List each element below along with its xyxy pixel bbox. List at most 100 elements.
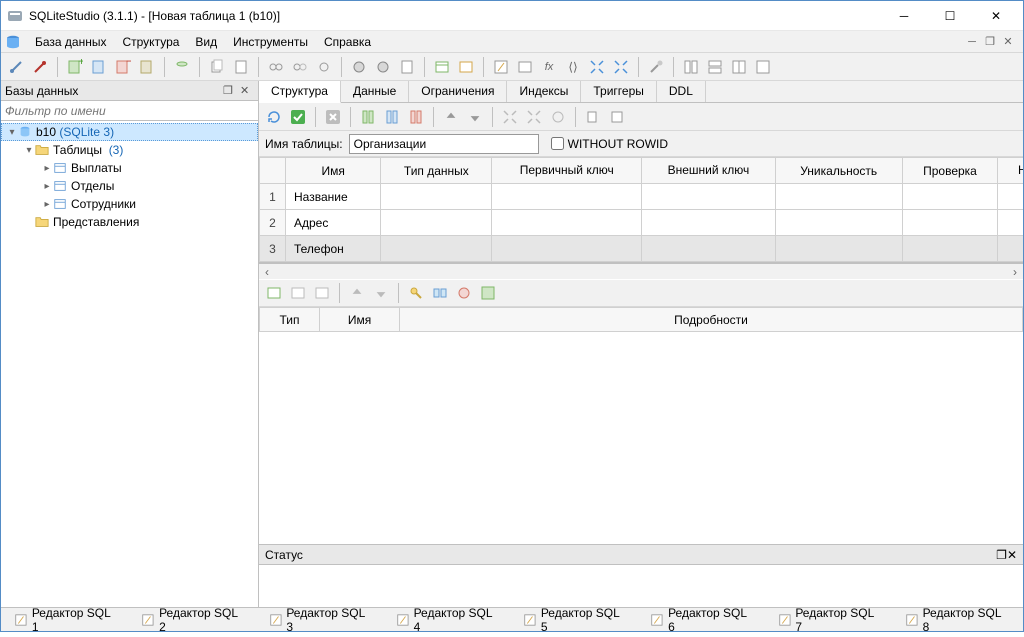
cell[interactable] (381, 184, 492, 210)
maximize-button[interactable]: ☐ (927, 2, 973, 30)
sql-editor-tab[interactable]: Редактор SQL 2 (132, 603, 255, 637)
columns-grid[interactable]: Имя Тип данных Первичный ключ Внешний кл… (259, 157, 1023, 263)
tab-ddl[interactable]: DDL (657, 81, 706, 102)
tab-structure[interactable]: Структура (259, 81, 341, 103)
edit-column-button[interactable] (381, 106, 403, 128)
delete-column-button[interactable] (405, 106, 427, 128)
sql-editor-tab[interactable]: Редактор SQL 5 (514, 603, 637, 637)
sql-editor-tab[interactable]: Редактор SQL 1 (5, 603, 128, 637)
without-rowid-checkbox[interactable] (551, 137, 564, 150)
move-up-button[interactable] (440, 106, 462, 128)
another-button[interactable] (606, 106, 628, 128)
cell[interactable] (775, 210, 902, 236)
filter-input[interactable] (1, 101, 258, 121)
rollback-button[interactable] (322, 106, 344, 128)
cell-name[interactable]: Название (286, 184, 381, 210)
delete-constraint-button[interactable] (311, 282, 333, 304)
chevron-down-icon[interactable]: ▾ (23, 145, 35, 156)
col-header-name[interactable]: Имя (286, 158, 381, 184)
cell[interactable] (775, 236, 902, 262)
chevron-down-icon[interactable]: ▾ (6, 127, 18, 138)
cell[interactable] (642, 184, 775, 210)
table-row[interactable]: 1 Название NULL (260, 184, 1024, 210)
mdi-restore-icon[interactable]: ❐ (983, 35, 997, 49)
db-node[interactable]: ▾ b10 (SQLite 3) (1, 123, 258, 141)
menu-tools[interactable]: Инструменты (225, 32, 316, 52)
copy-button[interactable] (206, 56, 228, 78)
add-db-button[interactable]: + (64, 56, 86, 78)
views-folder[interactable]: ▸ Представления (1, 213, 258, 231)
add-constraint-button[interactable] (263, 282, 285, 304)
table-row[interactable]: 3 Телефон NULL (260, 236, 1024, 262)
collapse-all-button[interactable] (523, 106, 545, 128)
collapse-button[interactable] (610, 56, 632, 78)
chevron-right-icon[interactable]: ▸ (41, 181, 53, 192)
menu-structure[interactable]: Структура (114, 32, 187, 52)
db-action-button[interactable] (171, 56, 193, 78)
tab-indexes[interactable]: Индексы (507, 81, 581, 102)
remove-db-button[interactable]: − (112, 56, 134, 78)
edit-constraint-button[interactable] (287, 282, 309, 304)
dock-icon[interactable]: ❐ (223, 84, 237, 98)
gear2-icon[interactable] (372, 56, 394, 78)
close-button[interactable]: ✕ (973, 2, 1019, 30)
close-panel-icon[interactable]: ✕ (1007, 548, 1017, 562)
tab-constraints[interactable]: Ограничения (409, 81, 507, 102)
sql-editor-tab[interactable]: Редактор SQL 4 (387, 603, 510, 637)
gear1-icon[interactable] (348, 56, 370, 78)
edit-db-button[interactable] (88, 56, 110, 78)
mdi-minimize-icon[interactable]: ─ (965, 35, 979, 49)
cell-name[interactable]: Телефон (286, 236, 381, 262)
dock-icon[interactable]: ❐ (996, 548, 1007, 562)
scroll-left-icon[interactable]: ‹ (259, 265, 275, 279)
details-body[interactable] (259, 332, 1023, 544)
details-header-type[interactable]: Тип (260, 308, 320, 332)
action-button[interactable] (547, 106, 569, 128)
fk-button[interactable] (429, 282, 451, 304)
without-rowid-label[interactable]: WITHOUT ROWID (551, 137, 668, 151)
link2-button[interactable] (289, 56, 311, 78)
check-button[interactable] (477, 282, 499, 304)
add-column-button[interactable] (357, 106, 379, 128)
scroll-right-icon[interactable]: › (1007, 265, 1023, 279)
tables-folder[interactable]: ▾ Таблицы (3) (1, 141, 258, 159)
fx-button[interactable]: fx (538, 56, 560, 78)
table-edit-button[interactable] (455, 56, 477, 78)
tab-data[interactable]: Данные (341, 81, 409, 102)
horizontal-scrollbar[interactable]: ‹ › (259, 263, 1023, 279)
disconnect-button[interactable] (29, 56, 51, 78)
reload-db-button[interactable] (136, 56, 158, 78)
menu-database[interactable]: База данных (27, 32, 114, 52)
chevron-right-icon[interactable]: ▸ (41, 163, 53, 174)
commit-button[interactable] (287, 106, 309, 128)
cell[interactable] (902, 210, 998, 236)
details-header-detail[interactable]: Подробности (400, 308, 1023, 332)
tablename-input[interactable] (349, 134, 539, 154)
expand-button[interactable] (586, 56, 608, 78)
cell[interactable] (998, 210, 1023, 236)
table-item[interactable]: ▸ Сотрудники (1, 195, 258, 213)
minimize-button[interactable]: ─ (881, 2, 927, 30)
cell-name[interactable]: Адрес (286, 210, 381, 236)
constraint-down-button[interactable] (370, 282, 392, 304)
connect-button[interactable] (5, 56, 27, 78)
mdi-close-icon[interactable]: ✕ (1001, 35, 1015, 49)
col-header-notnull[interactable]: Не NULL (998, 158, 1023, 184)
col-header-unique[interactable]: Уникальность (775, 158, 902, 184)
cell[interactable] (998, 184, 1023, 210)
sql-editor-tab[interactable]: Редактор SQL 8 (896, 603, 1019, 637)
sql-editor-button[interactable] (490, 56, 512, 78)
sql-editor-tab[interactable]: Редактор SQL 6 (641, 603, 764, 637)
unique-button[interactable] (453, 282, 475, 304)
layout1-button[interactable] (680, 56, 702, 78)
link1-button[interactable] (265, 56, 287, 78)
col-header-fk[interactable]: Внешний ключ (642, 158, 775, 184)
cell[interactable] (492, 210, 642, 236)
table-item[interactable]: ▸ Выплаты (1, 159, 258, 177)
table-item[interactable]: ▸ Отделы (1, 177, 258, 195)
col-header-pk[interactable]: Первичный ключ (492, 158, 642, 184)
wrench-button[interactable] (645, 56, 667, 78)
cell[interactable] (902, 236, 998, 262)
menu-help[interactable]: Справка (316, 32, 379, 52)
layout2-button[interactable] (704, 56, 726, 78)
